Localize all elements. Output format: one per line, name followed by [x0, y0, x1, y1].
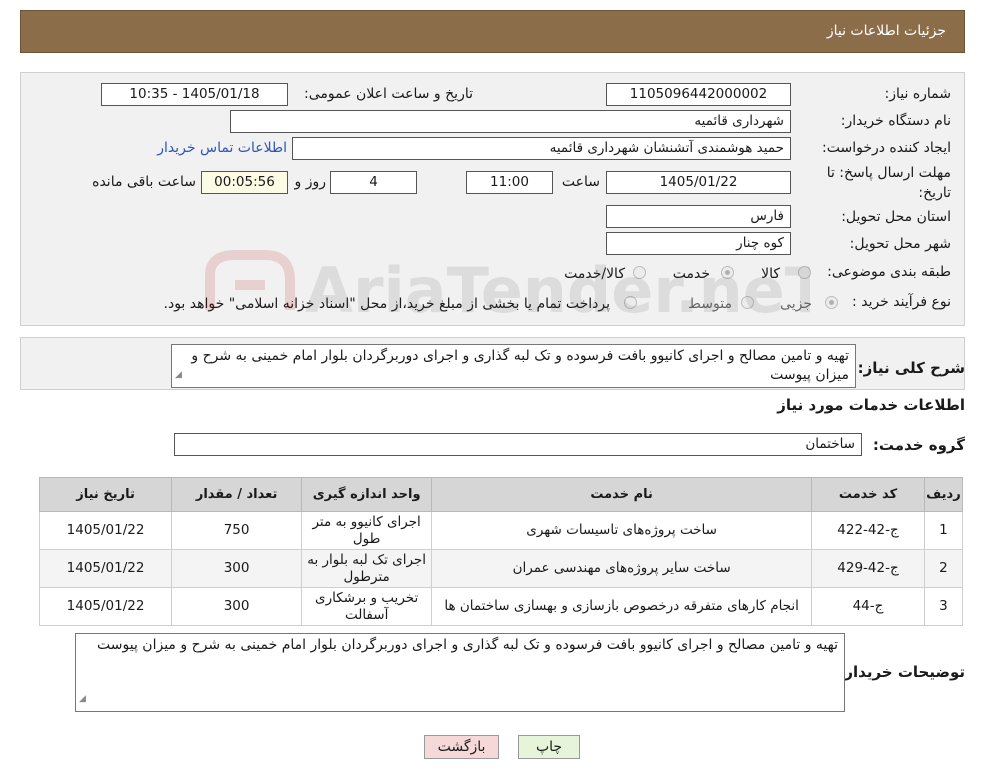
col-header-unit: واحد اندازه گیری: [301, 477, 433, 512]
deadline-date-field: 1405/01/22: [606, 171, 791, 194]
table-row: 3 ج-44 انجام کارهای متفرقه درخصوص بازساز…: [38, 587, 964, 626]
remaining-time-label: ساعت باقی مانده: [92, 174, 196, 190]
cell-date: 1405/01/22: [38, 549, 173, 588]
cell-row-number: 1: [923, 511, 964, 550]
watermark-logo: AriaTender.neT: [205, 250, 810, 327]
cell-code: ج-42-429: [811, 549, 925, 588]
table-row: 2 ج-42-429 ساخت سایر پروژه‌های مهندسی عم…: [38, 549, 964, 588]
province-label: استان محل تحویل:: [841, 209, 951, 225]
service-group-label: گروه خدمت:: [872, 436, 965, 454]
days-field: 4: [330, 171, 417, 194]
print-button[interactable]: چاپ: [518, 735, 580, 759]
buyer-notes-label: توضیحات خریدار:: [838, 663, 965, 681]
creator-field: حمید هوشمندی آتشنشان شهرداری قائمیه: [292, 137, 791, 160]
col-header-code: کد خدمت: [811, 477, 925, 512]
announce-datetime-label: تاریخ و ساعت اعلان عمومی:: [304, 86, 473, 102]
summary-textarea: تهیه و تامین مصالح و اجرای کانیوو بافت ف…: [171, 344, 856, 388]
deadline-time-label: ساعت: [561, 174, 600, 190]
cell-name: ساخت پروژه‌های تاسیسات شهری: [431, 511, 813, 550]
deadline-label-line2: تاریخ:: [918, 185, 951, 201]
category-label: طبقه بندی موضوعی:: [827, 264, 951, 280]
cell-unit: اجرای تک لبه بلوار به مترطول: [301, 549, 433, 588]
deadline-label-line1: مهلت ارسال پاسخ: تا: [826, 165, 951, 181]
cell-date: 1405/01/22: [38, 587, 173, 626]
summary-text: تهیه و تامین مصالح و اجرای کانیوو بافت ف…: [191, 348, 849, 383]
cell-unit: تخریب و برشکاری آسفالت: [301, 587, 433, 626]
cell-row-number: 3: [923, 587, 964, 626]
cell-name: ساخت سایر پروژه‌های مهندسی عمران: [431, 549, 813, 588]
city-label: شهر محل تحویل:: [849, 236, 951, 252]
col-header-quantity: تعداد / مقدار: [171, 477, 303, 512]
buyer-notes-text: تهیه و تامین مصالح و اجرای کانیوو بافت ف…: [97, 637, 838, 653]
province-field: فارس: [606, 205, 791, 228]
page-header: جزئیات اطلاعات نیاز: [20, 10, 965, 53]
resize-grip-icon: ◢: [79, 694, 86, 704]
col-header-row-number: ردیف: [923, 477, 964, 512]
summary-label: شرح کلی نیاز:: [857, 359, 965, 377]
cell-unit: اجرای کانیوو به متر طول: [301, 511, 433, 550]
services-table: ردیف کد خدمت نام خدمت واحد اندازه گیری ت…: [38, 477, 964, 626]
buyer-notes-textarea: تهیه و تامین مصالح و اجرای کانیوو بافت ف…: [75, 633, 845, 712]
deadline-time-field: 11:00: [466, 171, 553, 194]
page-title: جزئیات اطلاعات نیاز: [826, 23, 946, 39]
cell-quantity: 750: [171, 511, 303, 550]
buyer-contact-link[interactable]: اطلاعات تماس خریدار: [157, 140, 287, 156]
cell-name: انجام کارهای متفرقه درخصوص بازسازی و بهس…: [431, 587, 813, 626]
svg-text:AriaTender.neT: AriaTender.neT: [305, 254, 810, 327]
buyer-org-label: نام دستگاه خریدار:: [840, 113, 951, 129]
purchase-minor-radio[interactable]: [825, 296, 838, 309]
announce-datetime-field: 1405/01/18 - 10:35: [101, 83, 288, 106]
cell-code: ج-42-422: [811, 511, 925, 550]
remaining-time-field: 00:05:56: [201, 171, 288, 194]
table-header-row: ردیف کد خدمت نام خدمت واحد اندازه گیری ت…: [38, 477, 964, 512]
col-header-name: نام خدمت: [431, 477, 813, 512]
resize-grip-icon: ◢: [175, 370, 182, 380]
purchase-type-label: نوع فرآیند خرید :: [852, 294, 951, 310]
buyer-org-field: شهرداری قائمیه: [230, 110, 791, 133]
need-number-label: شماره نیاز:: [884, 86, 952, 102]
cell-code: ج-44: [811, 587, 925, 626]
need-number-field: 1105096442000002: [606, 83, 791, 106]
col-header-date: تاریخ نیاز: [38, 477, 173, 512]
service-group-field: ساختمان: [174, 433, 862, 456]
cell-row-number: 2: [923, 549, 964, 588]
back-button[interactable]: بازگشت: [424, 735, 499, 759]
services-title: اطلاعات خدمات مورد نیاز: [777, 396, 965, 414]
cell-quantity: 300: [171, 549, 303, 588]
cell-date: 1405/01/22: [38, 511, 173, 550]
cell-quantity: 300: [171, 587, 303, 626]
table-row: 1 ج-42-422 ساخت پروژه‌های تاسیسات شهری ا…: [38, 511, 964, 550]
creator-label: ایجاد کننده درخواست:: [822, 140, 951, 156]
days-label: روز و: [294, 174, 327, 190]
